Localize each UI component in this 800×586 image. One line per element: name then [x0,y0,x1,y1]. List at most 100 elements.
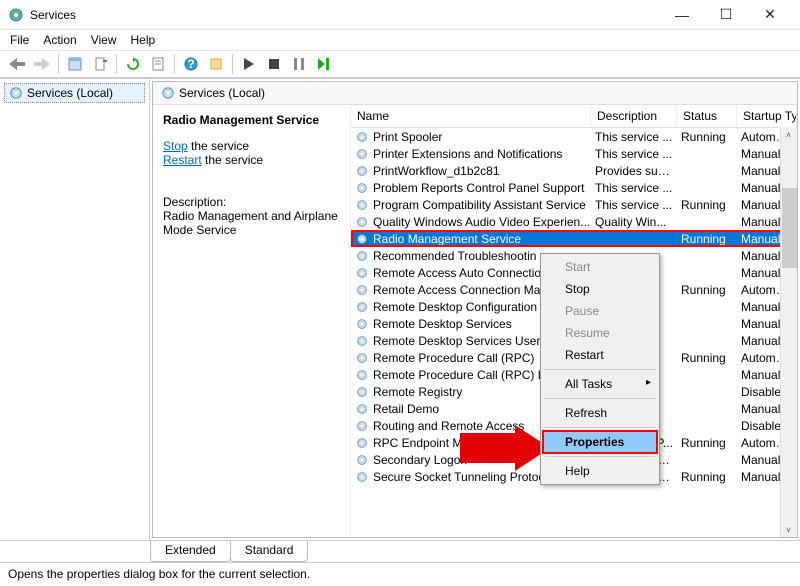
gear-icon [355,453,369,467]
context-help[interactable]: Help [543,460,657,482]
gear-icon [355,266,369,280]
toolbar-properties-icon[interactable] [147,53,169,75]
gear-icon [355,300,369,314]
service-name: Remote Desktop Services User [373,334,540,348]
service-name: Routing and Remote Access [373,419,524,433]
content-area: Services (Local) Services (Local) Radio … [0,78,800,540]
service-name: Secondary Logon [373,453,467,467]
gear-icon [355,164,369,178]
service-status: Running [677,436,737,450]
main-pane: Services (Local) Radio Management Servic… [152,81,798,538]
service-row[interactable]: PrintWorkflow_d1b2c81Provides sup...Manu… [351,162,797,179]
gear-icon [355,368,369,382]
service-name: Problem Reports Control Panel Support [373,181,584,195]
col-header-description[interactable]: Description [591,105,677,127]
service-name: Remote Registry [373,385,462,399]
service-description: This service ... [591,147,677,161]
gear-icon [161,86,175,100]
service-name: Remote Access Connection Ma [373,283,540,297]
gear-icon [355,317,369,331]
description-text: Radio Management and Airplane Mode Servi… [163,209,340,237]
context-refresh[interactable]: Refresh [543,402,657,424]
tabs: Extended Standard [0,540,800,562]
toolbar-restart-icon[interactable] [313,53,335,75]
service-name: Remote Access Auto Connectio [373,266,541,280]
col-header-startup[interactable]: Startup Ty [737,105,797,127]
menu-help[interactable]: Help [131,33,156,47]
context-restart[interactable]: Restart [543,344,657,366]
close-button[interactable]: ✕ [748,1,792,29]
description-label: Description: [163,195,340,209]
gear-icon [355,232,369,246]
context-stop[interactable]: Stop [543,278,657,300]
gear-icon [355,470,369,484]
gear-icon [355,419,369,433]
scroll-down-button[interactable]: ˅ [781,522,796,537]
forward-button[interactable] [31,53,53,75]
services-app-icon [8,7,24,23]
scroll-up-button[interactable]: ˄ [781,127,796,142]
stop-service-link[interactable]: Stop [163,139,188,153]
context-all-tasks[interactable]: All Tasks [543,373,657,395]
col-header-status[interactable]: Status [677,105,737,127]
tab-extended[interactable]: Extended [150,541,231,562]
context-start: Start [543,256,657,278]
gear-icon [355,334,369,348]
toolbar-details-icon[interactable] [64,53,86,75]
selected-service-name: Radio Management Service [163,113,340,127]
toolbar: ? [0,50,800,78]
context-resume: Resume [543,322,657,344]
titlebar: Services — ☐ ✕ [0,0,800,30]
tree-item-label: Services (Local) [27,86,113,100]
service-status: Running [677,232,737,246]
svg-text:?: ? [187,57,194,71]
pane-header-text: Services (Local) [179,86,265,100]
gear-icon [355,198,369,212]
toolbar-help-icon[interactable]: ? [180,53,202,75]
statusbar: Opens the properties dialog box for the … [0,562,800,585]
scroll-thumb[interactable] [782,188,797,268]
menu-file[interactable]: File [10,33,29,47]
menu-action[interactable]: Action [43,33,76,47]
stop-suffix: the service [188,139,249,153]
gear-icon [355,283,369,297]
service-name: Remote Procedure Call (RPC) [373,351,534,365]
service-row[interactable]: Print SpoolerThis service ...RunningAuto… [351,128,797,145]
restart-service-link[interactable]: Restart [163,153,202,167]
service-row[interactable]: Quality Windows Audio Video Experien...Q… [351,213,797,230]
service-row[interactable]: Radio Management ServiceRunningManual [351,230,797,247]
toolbar-help2-icon[interactable] [205,53,227,75]
service-description: This service ... [591,130,677,144]
service-name: Print Spooler [373,130,442,144]
service-status: Running [677,198,737,212]
toolbar-refresh-icon[interactable] [122,53,144,75]
minimize-button[interactable]: — [660,1,704,29]
service-name: Remote Desktop Configuration [373,300,537,314]
toolbar-export-icon[interactable] [89,53,111,75]
vertical-scrollbar[interactable]: ˄ ˅ [780,127,797,537]
service-status: Running [677,130,737,144]
pane-header: Services (Local) [153,82,797,105]
service-name: Quality Windows Audio Video Experien... [373,215,590,229]
toolbar-play-icon[interactable] [238,53,260,75]
gear-icon [355,402,369,416]
context-properties[interactable]: Properties [543,431,657,453]
tree-item-services-local[interactable]: Services (Local) [4,83,145,103]
service-name: Remote Desktop Services [373,317,512,331]
toolbar-pause-icon[interactable] [288,53,310,75]
restart-suffix: the service [202,153,263,167]
service-description: This service ... [591,181,677,195]
col-header-name[interactable]: Name [351,105,591,127]
tab-standard[interactable]: Standard [230,541,309,562]
back-button[interactable] [6,53,28,75]
service-name: Remote Procedure Call (RPC) L [373,368,544,382]
gear-icon [355,436,369,450]
toolbar-stop-icon[interactable] [263,53,285,75]
service-description: Provides sup... [591,164,677,178]
service-row[interactable]: Program Compatibility Assistant ServiceT… [351,196,797,213]
service-name: PrintWorkflow_d1b2c81 [373,164,500,178]
service-row[interactable]: Printer Extensions and NotificationsThis… [351,145,797,162]
menu-view[interactable]: View [91,33,117,47]
service-row[interactable]: Problem Reports Control Panel Support Thi… [351,179,797,196]
maximize-button[interactable]: ☐ [704,1,748,29]
